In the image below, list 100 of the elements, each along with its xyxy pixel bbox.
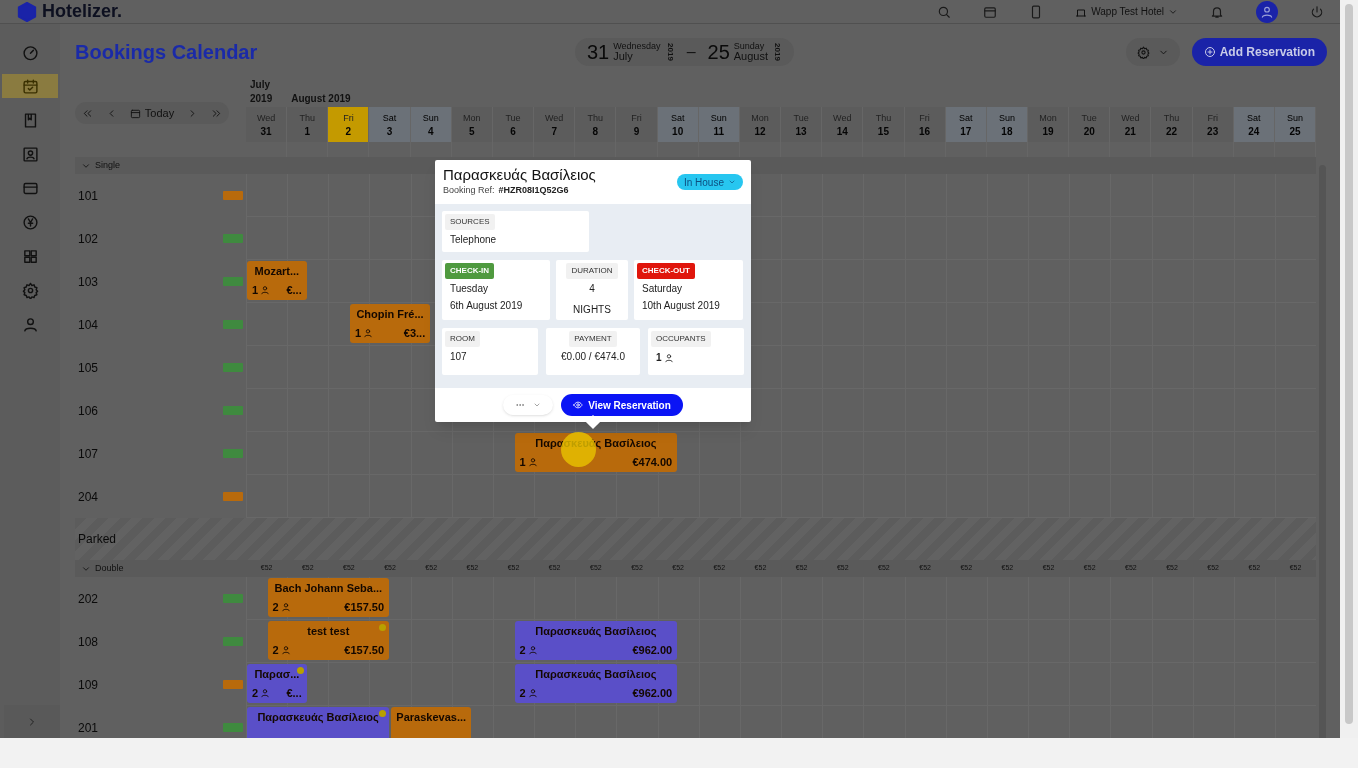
day-header-cell[interactable]: Sun 18 [986,107,1027,142]
booking-price: €... [286,686,302,700]
card-value: Saturday [641,282,684,296]
plus-circle-icon [1203,46,1216,58]
day-number: 13 [795,124,807,139]
booking-price: €... [286,283,302,297]
day-header-cell[interactable]: Mon 5 [451,107,492,142]
room-number: 108 [78,633,99,651]
avatar[interactable] [1256,0,1278,23]
scrollbar[interactable] [1345,4,1353,724]
search-icon[interactable] [937,4,952,19]
calendar-icon [21,77,39,95]
day-number: 10 [672,124,684,139]
sidebar-item[interactable] [2,74,58,98]
day-header-cell[interactable]: Mon 19 [1027,107,1069,142]
weekday-label: Thu [1163,111,1180,125]
booking-price: €3... [403,326,426,340]
booking-block[interactable]: Παρασκευάς Βασίλειος 2 €962.00 [514,621,678,660]
day-header-cell[interactable]: Wed 21 [1110,107,1151,142]
weekday-label: Sun [710,111,727,125]
day-header-cell[interactable]: Fri 9 [616,107,657,142]
person-icon [260,688,271,698]
card-label: OCCUPANTS [651,331,711,347]
day-number: 7 [551,124,557,139]
guest-count: 1 [252,283,259,297]
room-number: 102 [78,230,99,248]
day-number: 2 [345,124,352,139]
range-day: 31 [587,37,610,67]
double-chevron-left-icon[interactable] [81,107,93,119]
guest-name: test test [306,624,351,638]
guest-name: Παρασκευάς Βασίλειος [534,667,658,681]
day-header-cell[interactable]: Sat 10 [657,107,698,142]
card-value: €0.00 / €474.0 [560,350,626,364]
booking-price: €962.00 [632,686,673,700]
guest-name: Παρασ... [253,667,301,681]
booking-block[interactable]: Παρασκευάς Βασίλειος 2 €962.00 [514,664,678,703]
booking-ref-label: Booking Ref: [443,184,495,197]
card-value: NIGHTS [572,303,612,317]
guest-name: Paraskevas... [396,710,467,724]
power-icon[interactable] [1310,4,1324,19]
guest-name: Bach Johann Seba... [273,581,384,595]
day-header-cell[interactable]: Sat 24 [1233,107,1274,142]
day-header-cell[interactable]: Sun 4 [410,107,451,142]
range-separator: – [685,42,697,62]
group-toggle[interactable]: Single [75,158,246,173]
weekday-label: Sat [670,111,685,125]
person-icon [527,688,538,698]
day-header-cell[interactable]: Sat 3 [369,107,410,142]
double-chevron-right-icon[interactable] [211,107,223,119]
day-header-cell[interactable]: Sun 11 [698,107,739,142]
day-number: 21 [1124,124,1136,139]
person-icon [280,645,291,655]
day-header-cell[interactable]: Thu 22 [1151,107,1192,142]
grid-icon [21,247,39,265]
guest-count: 2 [272,600,279,614]
room-number: 107 [78,445,99,463]
day-header-cell[interactable]: Fri 16 [904,107,945,142]
booking-block[interactable]: Bach Johann Seba... 2 €157.50 [267,578,390,617]
day-header-cell[interactable]: Mon 12 [739,107,781,142]
bell-icon[interactable] [1210,4,1224,19]
day-header-cell[interactable]: Sat 17 [945,107,986,142]
calendar-icon[interactable] [983,4,998,19]
weekday-label: Sat [382,111,397,125]
day-header-cell[interactable]: Sun 25 [1274,107,1316,142]
gauge-icon [21,43,39,61]
scrollbar[interactable] [1319,165,1326,738]
card-label: DURATION [566,263,618,279]
day-number: 14 [836,124,848,139]
booking-block[interactable]: Mozart... 1 €... [247,261,307,300]
booking-price: €157.50 [344,643,385,657]
status-dropdown[interactable]: In House [676,174,743,190]
weekday-label: Mon [463,111,481,125]
card-label: ROOM [445,331,480,347]
framed-person-icon [21,145,39,163]
parked-label: Parked [77,531,117,548]
day-number: 9 [633,124,640,139]
booking-block[interactable]: Παρασκευάς Βασίλειος [247,707,390,738]
booking-block[interactable]: Paraskevas... [391,707,472,738]
range-month: July [613,51,633,62]
add-reservation-button[interactable]: Add Reservation [1191,38,1327,66]
hotel-selector[interactable]: Wapp Test Hotel [1075,4,1178,19]
card-label: SOURCES [445,214,495,230]
weekday-label: Wed [1121,111,1140,125]
booking-block[interactable]: test test 2 €157.50 [267,621,390,660]
weekday-label: Mon [1039,111,1057,125]
room-number: 204 [78,488,99,506]
booking-block[interactable]: Chopin Fré... 1 €3... [349,304,431,343]
booking-block[interactable]: Παρασ... 2 €... [247,664,307,703]
day-header-cell[interactable]: Thu 15 [863,107,904,142]
view-reservation-button[interactable]: View Reservation [561,394,683,416]
person-icon [260,285,271,295]
day-number: 16 [919,124,931,139]
weekday-label: Thu [875,111,892,125]
day-header-cell[interactable]: Fri 2 [328,107,369,142]
range-weekday: Wednesday [613,42,661,51]
weekday-label: Sun [1286,111,1303,125]
settings-dropdown[interactable] [1125,38,1180,66]
day-number: 25 [1289,124,1301,139]
day-number: 24 [1248,124,1260,139]
group-toggle[interactable]: Double [75,561,246,576]
